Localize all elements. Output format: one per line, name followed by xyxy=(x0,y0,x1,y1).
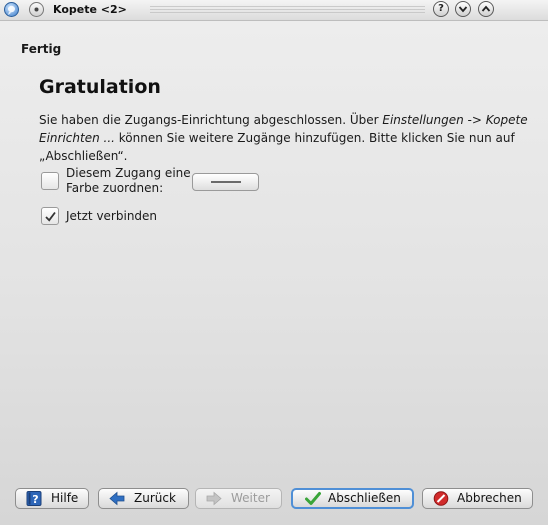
title-bar[interactable]: Kopete <2> ? xyxy=(0,0,548,21)
assign-color-label-line-2: Farbe zuordnen: xyxy=(66,181,164,195)
wizard-page-header: Fertig xyxy=(21,42,62,56)
arrow-right-icon xyxy=(206,491,222,506)
finish-button[interactable]: Abschließen xyxy=(291,488,414,509)
back-button-label: Zurück xyxy=(134,491,176,505)
svg-text:?: ? xyxy=(32,493,38,506)
assign-color-label[interactable]: Diesem Zugang eine Farbe zuordnen: xyxy=(66,166,196,196)
connect-now-label[interactable]: Jetzt verbinden xyxy=(66,209,157,223)
description-text: Sie haben die Zugangs-Einrichtung abgesc… xyxy=(39,111,529,165)
window-menu-icon[interactable] xyxy=(29,2,44,17)
color-picker-button[interactable] xyxy=(192,173,259,191)
assign-color-checkbox[interactable] xyxy=(41,172,59,190)
question-mark-icon: ? xyxy=(438,3,444,14)
help-book-icon: ? xyxy=(26,491,42,506)
chevron-down-icon xyxy=(458,6,468,13)
color-swatch xyxy=(211,181,241,183)
cancel-icon xyxy=(433,491,449,506)
checkmark-icon xyxy=(45,211,56,222)
next-button-label: Weiter xyxy=(231,491,270,505)
chevron-up-icon xyxy=(481,5,491,12)
help-button-label: Hilfe xyxy=(51,491,79,505)
cancel-button[interactable]: Abbrechen xyxy=(422,488,533,509)
window-title: Kopete <2> xyxy=(53,3,127,16)
help-button[interactable]: ? Hilfe xyxy=(15,488,89,509)
maximize-button[interactable] xyxy=(478,1,494,17)
connect-now-checkbox[interactable] xyxy=(41,207,59,225)
title-bar-decoration xyxy=(150,6,425,14)
kopete-app-icon[interactable] xyxy=(4,2,19,17)
finish-button-label: Abschließen xyxy=(328,491,401,505)
cancel-button-label: Abbrechen xyxy=(457,491,522,505)
back-button[interactable]: Zurück xyxy=(98,488,189,509)
description-part-1: Sie haben die Zugangs-Einrichtung abgesc… xyxy=(39,113,383,127)
page-title: Gratulation xyxy=(39,76,161,98)
minimize-button[interactable] xyxy=(455,1,471,17)
arrow-left-icon xyxy=(109,491,125,506)
checkmark-icon xyxy=(305,492,321,505)
next-button[interactable]: Weiter xyxy=(195,488,282,509)
context-help-button[interactable]: ? xyxy=(433,1,449,17)
assign-color-label-line-1: Diesem Zugang eine xyxy=(66,166,191,180)
